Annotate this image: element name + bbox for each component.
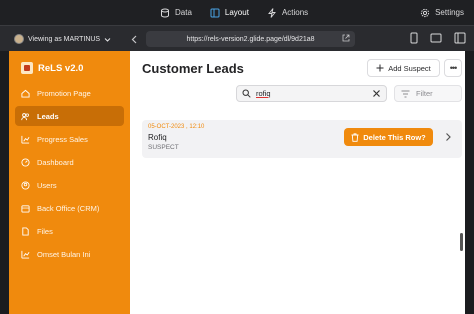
gear-icon <box>420 8 430 17</box>
viewing-as-selector[interactable]: Viewing as MARTINUS <box>14 32 111 46</box>
page-title: Customer Leads <box>142 61 244 76</box>
main-content: Customer Leads Add Suspect ••• rofiq Fil… <box>130 51 465 314</box>
avatar <box>14 34 24 44</box>
scrollbar[interactable] <box>460 233 463 251</box>
add-suspect-label: Add Suspect <box>388 63 431 73</box>
sidebar-item-label: Promotion Page <box>37 88 91 98</box>
desktop-icon[interactable] <box>454 32 466 44</box>
sidebar-item-omset-bulan-ini[interactable]: Omset Bulan Ini <box>15 244 124 264</box>
delete-row-button[interactable]: Delete This Row? <box>344 128 433 146</box>
sidebar-item-label: Leads <box>37 111 59 121</box>
sidebar-item-users[interactable]: Users <box>15 175 124 195</box>
search-input[interactable]: rofiq <box>236 85 387 102</box>
sidebar-item-label: Progress Sales <box>37 134 88 144</box>
sidebar-item-label: Back Office (CRM) <box>37 203 100 213</box>
app-logo <box>21 62 33 74</box>
device-toggle <box>410 32 466 44</box>
sidebar-item-label: Dashboard <box>37 157 74 167</box>
delete-row-label: Delete This Row? <box>363 132 426 142</box>
filter-label: Filter <box>416 89 433 98</box>
top-nav: Data Layout Actions <box>160 0 308 25</box>
lead-date: 05-OCT-2023 , 12:10 <box>148 124 205 130</box>
chevron-right-icon[interactable] <box>444 132 452 142</box>
preview-bar: Viewing as MARTINUS https://rels-version… <box>0 25 474 51</box>
tablet-icon[interactable] <box>430 32 442 44</box>
tab-layout[interactable]: Layout <box>210 8 249 18</box>
search-icon <box>242 89 251 98</box>
back-button[interactable] <box>128 32 140 46</box>
app-preview: ReLS v2.0 Promotion Page Leads Progress … <box>9 51 465 314</box>
filter-button[interactable]: Filter <box>394 85 462 102</box>
actions-icon <box>268 7 276 18</box>
phone-icon[interactable] <box>410 32 418 44</box>
tab-layout-label: Layout <box>224 8 249 17</box>
sidebar-nav: Promotion Page Leads Progress Sales Dash… <box>15 83 124 267</box>
settings-label: Settings <box>435 8 464 17</box>
glide-editor: Data Layout Actions Settings Viewing as … <box>0 0 474 314</box>
tab-data[interactable]: Data <box>160 8 192 18</box>
calendar-icon <box>21 204 30 213</box>
chevron-left-icon <box>131 35 136 43</box>
layout-icon <box>210 8 220 17</box>
sidebar-item-files[interactable]: Files <box>15 221 124 241</box>
home-icon <box>21 89 30 98</box>
files-icon <box>22 226 29 236</box>
sidebar-item-label: Omset Bulan Ini <box>37 249 91 259</box>
dashboard-icon <box>21 157 30 167</box>
add-suspect-button[interactable]: Add Suspect <box>367 59 440 77</box>
plus-icon <box>376 64 384 72</box>
tab-data-label: Data <box>175 8 192 17</box>
sidebar: ReLS v2.0 Promotion Page Leads Progress … <box>9 51 130 314</box>
search-value: rofiq <box>256 89 271 98</box>
users-icon <box>21 112 29 120</box>
close-icon[interactable] <box>372 89 381 98</box>
chart-icon <box>21 135 30 144</box>
list-item[interactable]: 05-OCT-2023 , 12:10 Rofiq SUSPECT Delete… <box>142 120 462 158</box>
lead-status: SUSPECT <box>148 144 179 151</box>
filter-icon <box>401 90 410 97</box>
sidebar-item-progress-sales[interactable]: Progress Sales <box>15 129 124 149</box>
more-options-button[interactable]: ••• <box>444 59 462 77</box>
app-name: ReLS v2.0 <box>38 62 84 74</box>
lead-name: Rofiq <box>148 133 167 142</box>
sidebar-item-leads[interactable]: Leads <box>15 106 124 126</box>
chart-icon <box>21 250 30 259</box>
sidebar-item-promotion-page[interactable]: Promotion Page <box>15 83 124 103</box>
external-link-icon[interactable] <box>342 34 350 42</box>
brand: ReLS v2.0 <box>21 62 83 74</box>
sidebar-item-dashboard[interactable]: Dashboard <box>15 152 124 172</box>
sidebar-item-label: Users <box>37 180 57 190</box>
chevron-down-icon <box>104 37 111 42</box>
sidebar-item-back-office[interactable]: Back Office (CRM) <box>15 198 124 218</box>
url-text: https://rels-version2.glide.page/dl/9d21… <box>186 35 315 43</box>
top-toolbar: Data Layout Actions Settings <box>0 0 474 25</box>
url-field[interactable]: https://rels-version2.glide.page/dl/9d21… <box>146 31 355 47</box>
trash-icon <box>351 132 359 142</box>
data-icon <box>161 8 169 18</box>
sidebar-item-label: Files <box>37 226 53 236</box>
user-icon <box>21 180 30 190</box>
settings-button[interactable]: Settings <box>420 0 464 25</box>
tab-actions[interactable]: Actions <box>267 7 309 18</box>
viewing-as-label: Viewing as MARTINUS <box>28 35 101 43</box>
tab-actions-label: Actions <box>281 8 309 17</box>
